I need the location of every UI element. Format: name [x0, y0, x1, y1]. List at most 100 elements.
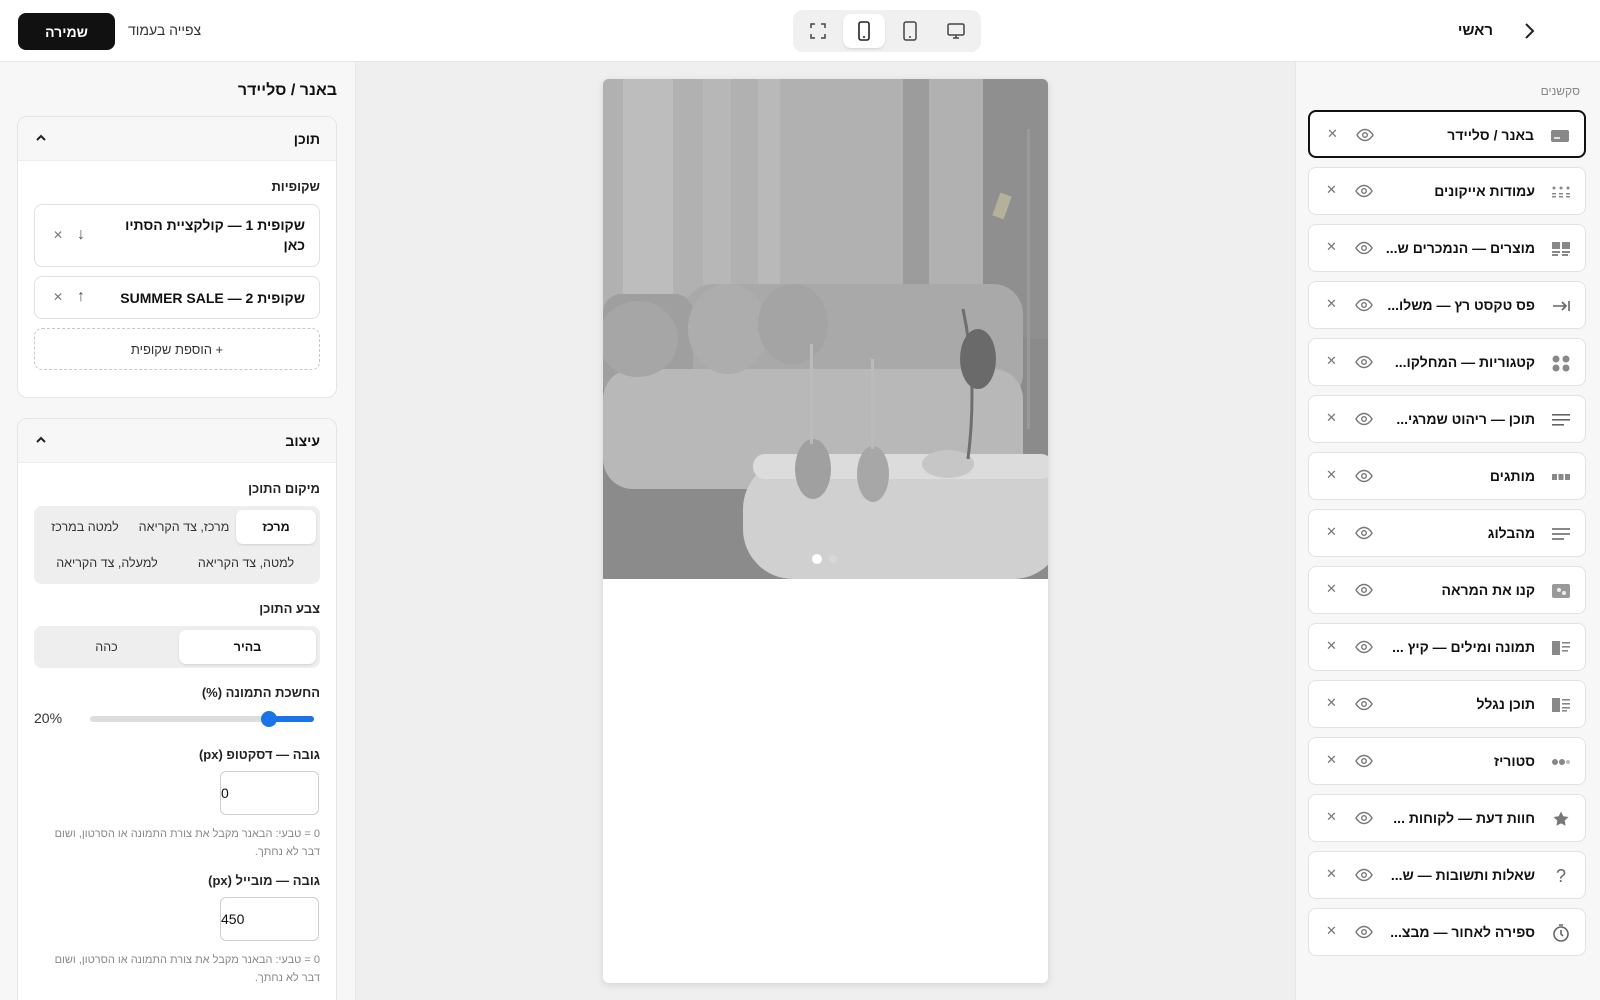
position-option-center-reading[interactable]: מרכז, צד הקריאה: [136, 510, 232, 544]
eye-icon[interactable]: [1355, 412, 1373, 426]
section-item[interactable]: חוות דעת — לקוחות ... ✕: [1308, 794, 1586, 842]
tablet-view-button[interactable]: [889, 14, 931, 48]
mobile-height-input[interactable]: 450: [220, 897, 319, 941]
move-down-icon[interactable]: ↓: [77, 226, 85, 244]
icon-grid-icon: [1551, 182, 1571, 202]
slide-title: שקופית 2 — SUMMER SALE: [120, 290, 305, 306]
eye-icon[interactable]: [1355, 355, 1373, 369]
eye-icon[interactable]: [1355, 925, 1373, 939]
color-option-dark[interactable]: כהה: [38, 630, 175, 664]
position-option-center[interactable]: מרכז: [236, 510, 316, 544]
top-toolbar: שמירה צפייה בעמוד ראשי: [0, 0, 1600, 62]
settings-title: באנר / סליידר: [237, 82, 337, 99]
remove-section-icon[interactable]: ✕: [1327, 126, 1338, 142]
section-item[interactable]: ספירה לאחור — מבצ... ✕: [1308, 908, 1586, 956]
delete-slide-icon[interactable]: ✕: [53, 228, 63, 242]
darken-label: החשכת התמונה (%): [201, 685, 320, 700]
section-item[interactable]: תוכן נגלל ✕: [1308, 680, 1586, 728]
color-option-light[interactable]: בהיר: [179, 630, 316, 664]
content-position-label: מיקום התוכן: [248, 481, 320, 496]
timer-icon: [1551, 923, 1571, 943]
slider-dot-active[interactable]: [812, 554, 822, 564]
section-label: פס טקסט רץ — משלו...: [1387, 297, 1535, 313]
remove-section-icon[interactable]: ✕: [1326, 524, 1337, 540]
content-color-selector: בהיר כהה: [34, 626, 320, 668]
categories-icon: [1551, 353, 1571, 373]
section-item[interactable]: מהבלוג ✕: [1308, 509, 1586, 557]
preview-canvas: [356, 62, 1295, 1000]
remove-section-icon[interactable]: ✕: [1326, 410, 1337, 426]
remove-section-icon[interactable]: ✕: [1326, 638, 1337, 654]
darken-slider-thumb[interactable]: [261, 711, 278, 727]
remove-section-icon[interactable]: ✕: [1326, 866, 1337, 882]
delete-slide-icon[interactable]: ✕: [53, 290, 63, 304]
add-slide-button[interactable]: + הוספת שקופית: [34, 328, 320, 370]
remove-section-icon[interactable]: ✕: [1326, 182, 1337, 198]
eye-icon[interactable]: [1355, 583, 1373, 597]
star-icon: [1551, 809, 1571, 829]
position-option-top-reading[interactable]: למעלה, צד הקריאה: [38, 546, 176, 580]
remove-section-icon[interactable]: ✕: [1326, 296, 1337, 312]
chevron-up-icon: [36, 436, 46, 443]
back-button[interactable]: [1518, 20, 1540, 42]
remove-section-icon[interactable]: ✕: [1326, 467, 1337, 483]
eye-icon[interactable]: [1355, 640, 1373, 654]
eye-icon[interactable]: [1355, 298, 1373, 312]
section-item[interactable]: קטגוריות — המחלקו... ✕: [1308, 338, 1586, 386]
sections-label: סקשנים: [1540, 84, 1580, 98]
eye-icon[interactable]: [1356, 128, 1374, 142]
design-card-header[interactable]: עיצוב: [18, 419, 336, 463]
view-page-link[interactable]: צפייה בעמוד: [128, 22, 201, 38]
save-button[interactable]: שמירה: [18, 13, 115, 50]
settings-panel: באנר / סליידר תוכן שקופיות שקופית 1 — קו…: [0, 62, 356, 1000]
eye-icon[interactable]: [1355, 241, 1373, 255]
content-card-header[interactable]: תוכן: [18, 117, 336, 161]
section-item[interactable]: מוצרים — הנמכרים ש... ✕: [1308, 224, 1586, 272]
stories-icon: [1551, 752, 1571, 772]
eye-icon[interactable]: [1355, 754, 1373, 768]
desktop-view-button[interactable]: [935, 14, 977, 48]
fullscreen-button[interactable]: [797, 14, 839, 48]
remove-section-icon[interactable]: ✕: [1326, 923, 1337, 939]
section-label: שאלות ותשובות — ש...: [1390, 867, 1535, 883]
section-label: באנר / סליידר: [1447, 127, 1534, 143]
section-item[interactable]: עמודות אייקונים ✕: [1308, 167, 1586, 215]
section-item[interactable]: תוכן — ריהוט שמרגי... ✕: [1308, 395, 1586, 443]
remove-section-icon[interactable]: ✕: [1326, 239, 1337, 255]
remove-section-icon[interactable]: ✕: [1326, 695, 1337, 711]
section-item[interactable]: סטוריז ✕: [1308, 737, 1586, 785]
products-icon: [1551, 239, 1571, 259]
home-link[interactable]: ראשי: [1458, 22, 1493, 39]
position-option-bottom-reading[interactable]: למטה, צד הקריאה: [176, 546, 316, 580]
slide-item[interactable]: שקופית 1 — קולקציית הסתיו כאן ↓ ✕: [34, 204, 320, 267]
section-item[interactable]: מותגים ✕: [1308, 452, 1586, 500]
desktop-height-label: גובה — דסקטופ (px): [198, 747, 320, 762]
section-item[interactable]: באנר / סליידר ✕: [1308, 110, 1586, 158]
desktop-height-hint: 0 = טבעי: הבאנר מקבל את צורת התמונה או ה…: [54, 828, 320, 858]
mobile-preview-frame: [603, 79, 1048, 983]
position-option-bottom-center[interactable]: למטה במרכז: [38, 510, 132, 544]
eye-icon[interactable]: [1355, 868, 1373, 882]
remove-section-icon[interactable]: ✕: [1326, 752, 1337, 768]
remove-section-icon[interactable]: ✕: [1326, 581, 1337, 597]
slider-dot[interactable]: [829, 555, 837, 563]
slide-item[interactable]: שקופית 2 — SUMMER SALE ↑ ✕: [34, 276, 320, 319]
move-up-icon[interactable]: ↑: [77, 288, 85, 306]
eye-icon[interactable]: [1355, 697, 1373, 711]
fullscreen-icon: [810, 23, 826, 39]
eye-icon[interactable]: [1355, 526, 1373, 540]
section-label: תוכן נגלל: [1476, 696, 1535, 712]
section-item[interactable]: ? שאלות ותשובות — ש... ✕: [1308, 851, 1586, 899]
eye-icon[interactable]: [1355, 469, 1373, 483]
eye-icon[interactable]: [1355, 811, 1373, 825]
remove-section-icon[interactable]: ✕: [1326, 809, 1337, 825]
section-item[interactable]: קנו את המראה ✕: [1308, 566, 1586, 614]
section-item[interactable]: תמונה ומילים — קיץ ... ✕: [1308, 623, 1586, 671]
remove-section-icon[interactable]: ✕: [1326, 353, 1337, 369]
tablet-icon: [903, 21, 917, 41]
section-item[interactable]: פס טקסט רץ — משלו... ✕: [1308, 281, 1586, 329]
desktop-height-input[interactable]: 0: [220, 771, 319, 815]
eye-icon[interactable]: [1355, 184, 1373, 198]
mobile-view-button[interactable]: [843, 14, 885, 48]
banner-slide-image[interactable]: [603, 79, 1048, 579]
